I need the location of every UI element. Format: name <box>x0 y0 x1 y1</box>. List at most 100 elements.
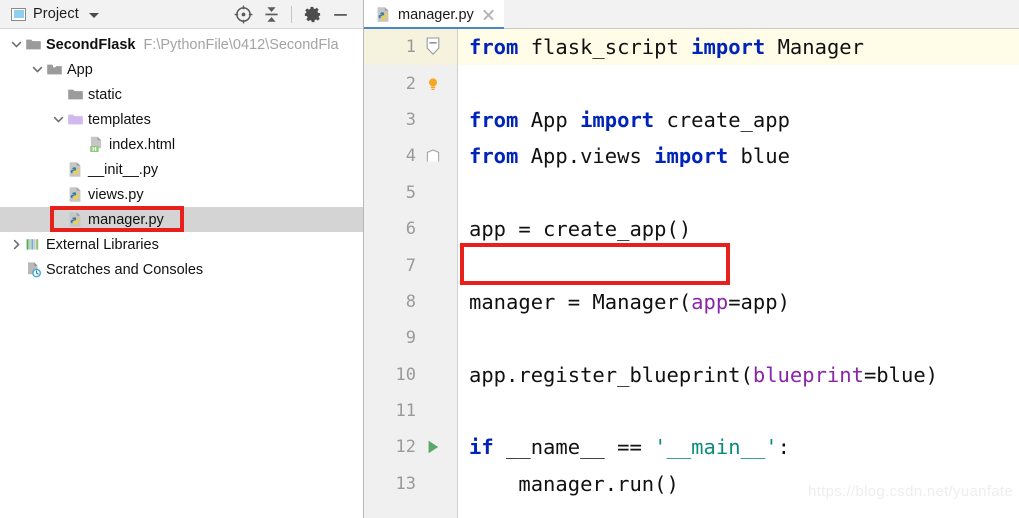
tree-item-manager-py[interactable]: manager.py <box>0 207 363 232</box>
editor-gutter[interactable]: 1 2 3 4 5 6 7 8 9 10 11 12 13 <box>364 29 458 518</box>
gutter-line[interactable]: 11 <box>364 393 457 429</box>
gutter-mark-empty <box>416 320 450 356</box>
code-token: manager = Manager( <box>469 289 692 314</box>
code-line[interactable]: manager.run() <box>458 466 1019 502</box>
tree-item-static[interactable]: static <box>0 82 363 107</box>
code-token: if <box>469 435 494 460</box>
gutter-line[interactable]: 7 <box>364 247 457 283</box>
gutter-line[interactable]: 5 <box>364 175 457 211</box>
close-icon[interactable] <box>482 8 495 21</box>
tree-item-label: App <box>67 61 93 78</box>
tab-label: manager.py <box>398 6 474 23</box>
code-line[interactable]: from flask_script import Manager <box>458 29 1019 66</box>
python-file-icon <box>67 161 84 178</box>
project-path-label: F:\PythonFile\0412\SecondFla <box>143 36 339 53</box>
code-line[interactable] <box>458 393 1019 429</box>
code-editor[interactable]: 1 2 3 4 5 6 7 8 9 10 11 12 13 from flask_script impo… <box>364 29 1019 518</box>
code-line[interactable]: app = create_app() <box>458 211 1019 247</box>
project-tree: SecondFlask F:\PythonFile\0412\SecondFla A… <box>0 29 363 282</box>
code-token: import <box>580 107 655 132</box>
line-number: 4 <box>405 146 416 167</box>
tree-item-label: templates <box>88 111 151 128</box>
svg-text:H: H <box>92 147 97 153</box>
code-token: __name__ == <box>493 435 655 460</box>
code-line[interactable]: manager = Manager(app=app) <box>458 284 1019 320</box>
gutter-line[interactable]: 12 <box>364 429 457 465</box>
gutter-line[interactable]: 8 <box>364 284 457 320</box>
code-token: manager.run() <box>469 471 679 496</box>
minimize-icon[interactable] <box>327 1 353 27</box>
chevron-down-icon[interactable] <box>88 12 99 18</box>
gutter-line[interactable]: 9 <box>364 320 457 356</box>
code-token: create_app <box>654 107 790 132</box>
tree-item-index-html[interactable]: Hindex.html <box>0 132 363 157</box>
gutter-line[interactable]: 10 <box>364 357 457 393</box>
code-token: from <box>469 107 519 132</box>
gutter-mark-empty <box>416 211 450 247</box>
chevron-down-icon[interactable] <box>50 107 67 132</box>
gutter-line[interactable]: 13 <box>364 466 457 502</box>
line-number: 13 <box>395 473 416 494</box>
toolbar-separator <box>291 5 292 23</box>
folder-icon <box>67 86 84 103</box>
tree-item-external-libraries[interactable]: External Libraries <box>0 232 363 257</box>
code-line[interactable] <box>458 65 1019 101</box>
line-number: 9 <box>405 328 416 349</box>
code-token: =app) <box>728 289 790 314</box>
line-number: 10 <box>395 364 416 385</box>
code-token: from <box>469 35 519 59</box>
tree-item-app[interactable]: App <box>0 57 363 82</box>
code-token: from <box>469 144 519 169</box>
tree-item-views-py[interactable]: views.py <box>0 182 363 207</box>
code-token: '__main__' <box>654 435 778 460</box>
gutter-line[interactable]: 2 <box>364 65 457 101</box>
gutter-line[interactable]: 3 <box>364 102 457 138</box>
fold-collapse-icon[interactable] <box>416 29 450 65</box>
chevron-down-icon[interactable] <box>29 57 46 82</box>
tree-item-scratches-and-consoles[interactable]: Scratches and Consoles <box>0 257 363 282</box>
tree-item--init-py[interactable]: __init__.py <box>0 157 363 182</box>
project-toolbar: Project <box>0 0 363 29</box>
line-number: 3 <box>405 109 416 130</box>
code-line[interactable]: from App import create_app <box>458 102 1019 138</box>
locate-icon[interactable] <box>230 1 256 27</box>
line-number: 11 <box>395 401 416 422</box>
folder-source-icon <box>46 61 63 78</box>
tree-item-secondflask[interactable]: SecondFlask F:\PythonFile\0412\SecondFla <box>0 32 363 57</box>
tree-arrow-placeholder <box>50 207 67 232</box>
gutter-line[interactable]: 6 <box>364 211 457 247</box>
gutter-line[interactable]: 1 <box>364 29 457 66</box>
gear-icon[interactable] <box>299 1 325 27</box>
code-content[interactable]: from flask_script import Manager from App… <box>458 29 1019 518</box>
lightbulb-icon[interactable] <box>416 65 450 101</box>
external-libraries-icon <box>25 236 42 253</box>
code-line[interactable] <box>458 247 1019 283</box>
chevron-down-icon[interactable] <box>8 32 25 57</box>
chevron-right-icon[interactable] <box>8 232 25 257</box>
code-token: app.register_blueprint( <box>469 362 753 387</box>
run-icon[interactable] <box>416 429 450 465</box>
tree-item-templates[interactable]: templates <box>0 107 363 132</box>
tab-manager-py[interactable]: manager.py <box>364 0 504 30</box>
html-file-icon: H <box>88 136 105 153</box>
collapse-all-icon[interactable] <box>258 1 284 27</box>
tree-arrow-placeholder <box>50 157 67 182</box>
code-line[interactable]: from App.views import blue <box>458 138 1019 174</box>
tree-arrow-placeholder <box>50 82 67 107</box>
scratches-icon <box>25 261 42 278</box>
code-line[interactable] <box>458 175 1019 211</box>
gutter-mark-empty <box>416 102 450 138</box>
tree-arrow-placeholder <box>50 182 67 207</box>
project-title-group[interactable]: Project <box>0 6 99 22</box>
code-line[interactable] <box>458 320 1019 356</box>
tree-item-label: static <box>88 86 122 103</box>
code-line[interactable]: if __name__ == '__main__': <box>458 429 1019 465</box>
project-title: Project <box>33 6 79 22</box>
gutter-line[interactable]: 4 <box>364 138 457 174</box>
fold-end-icon[interactable] <box>416 138 450 174</box>
code-line[interactable]: app.register_blueprint(blueprint=blue) <box>458 357 1019 393</box>
code-token: blueprint <box>752 362 864 387</box>
python-file-icon <box>375 6 392 23</box>
line-number: 6 <box>405 219 416 240</box>
gutter-mark-empty <box>416 393 450 429</box>
